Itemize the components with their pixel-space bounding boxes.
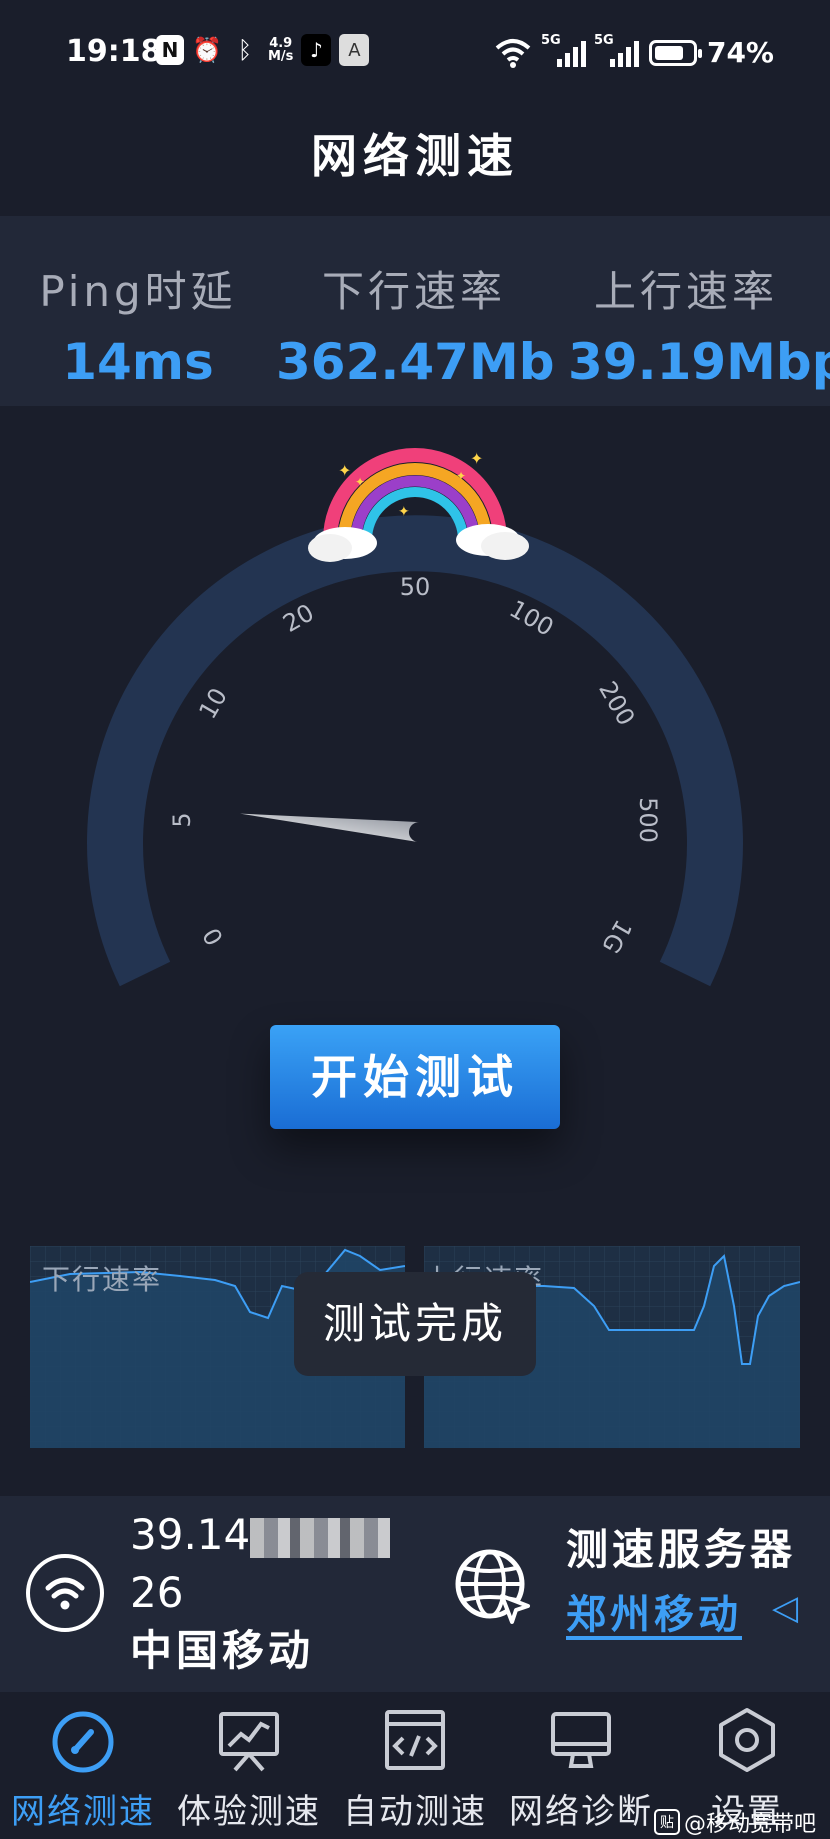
battery-icon (648, 39, 702, 66)
gauge-needle (240, 813, 419, 842)
watermark-text: @移动宽带吧 (683, 1812, 816, 1837)
gauge-tick-label: 500 (634, 797, 662, 843)
signal-sim2-icon: 5G (594, 33, 639, 67)
stat-ping-value: 14ms (62, 333, 214, 391)
stats-panel: Ping时延 14ms 下行速率 362.47Mb 上行速率 39.19Mbp (0, 216, 830, 406)
svg-text:✦: ✦ (470, 449, 483, 468)
sim1-label: 5G (540, 32, 561, 48)
watermark: 贴 @移动宽带吧 (653, 1806, 816, 1838)
app-a-icon: A (339, 34, 370, 66)
svg-text:✦: ✦ (398, 504, 410, 520)
wifi-status-icon (495, 38, 531, 68)
network-speed: 4.9 M/s (268, 37, 293, 63)
stat-download-label: 下行速率 (321, 267, 506, 316)
stat-upload: 上行速率 39.19Mbp (554, 216, 830, 391)
nav-item-auto-test[interactable]: 自动测速 (332, 1692, 498, 1839)
code-window-icon (385, 1710, 445, 1770)
connection-info-panel: 39.14 26 中国移动 测速服务器 郑州移动 ◁ (0, 1496, 830, 1692)
stat-upload-label: 上行速率 (594, 267, 779, 316)
tieba-badge-icon: 贴 (653, 1809, 680, 1835)
nav-item-speed-test[interactable]: 网络测速 (0, 1692, 166, 1839)
alarm-icon: ⏰ (192, 36, 222, 64)
status-icons-left: N ⏰ ᛒ 4.9 M/s ♪ A (156, 34, 370, 66)
ip-address-line2: 26 (130, 1568, 184, 1617)
nav-label-network-diagnosis: 网络诊断 (509, 1792, 653, 1832)
speedometer-icon (52, 1711, 114, 1773)
nav-label-experience-test: 体验测速 (177, 1792, 321, 1832)
page-title: 网络测速 (311, 129, 519, 183)
nav-label-speed-test: 网络测速 (11, 1792, 155, 1832)
stat-upload-value: 39.19Mbp (568, 333, 830, 391)
gauge-track (87, 515, 743, 987)
gauge-tick-label: 10 (193, 683, 233, 723)
stat-download: 下行速率 362.47Mb (276, 216, 555, 391)
stat-ping-label: Ping时延 (39, 267, 237, 316)
server-select-arrow-icon[interactable]: ◁ (772, 1588, 798, 1628)
bottom-nav: 网络测速 体验测速 自动测速 网络诊断 设置 贴 @移动宽带吧 (0, 1692, 830, 1839)
nav-label-auto-test: 自动测速 (343, 1792, 487, 1832)
gauge-tick-label: 1G (596, 915, 637, 958)
network-speed-unit: M/s (268, 49, 294, 64)
svg-text:✦: ✦ (355, 475, 365, 489)
gauge-tick-label: 5 (168, 812, 196, 827)
settings-hexagon-icon (719, 1708, 775, 1772)
monitor-chart-icon (219, 1712, 279, 1772)
signal-sim1-icon: 5G (541, 33, 586, 67)
carrier-name: 中国移动 (130, 1626, 315, 1675)
status-time: 19:18 (66, 34, 162, 69)
gauge-tick-labels: 051020501002005001G2G5G (168, 573, 662, 958)
stat-download-value: 362.47Mb (276, 333, 555, 391)
status-icons-right: 5G 5G 74% (493, 33, 774, 69)
globe-icon[interactable] (452, 1546, 534, 1628)
gauge-tick-label: 200 (593, 677, 640, 731)
speed-gauge: 051020501002005001G2G5G ✦ ✦ ✦ ✦ ✦ (87, 448, 743, 987)
svg-text:✦: ✦ (338, 461, 351, 480)
stat-ping: Ping时延 14ms (0, 216, 276, 391)
graph-divider (406, 1376, 422, 1448)
svg-text:✦: ✦ (456, 469, 466, 483)
ip-address: 39.14 26 中国移动 (130, 1506, 391, 1680)
nfc-icon: N (156, 35, 184, 65)
server-name-link[interactable]: 郑州移动 (566, 1582, 742, 1640)
server-title: 测速服务器 (566, 1525, 797, 1574)
nav-item-experience-test[interactable]: 体验测速 (166, 1692, 332, 1839)
toast-message: 测试完成 (294, 1272, 536, 1376)
gauge-tick-label: 50 (400, 573, 431, 601)
status-bar: 19:18 N ⏰ ᛒ 4.9 M/s ♪ A 5G 5G 74% (0, 0, 830, 104)
wifi-icon (26, 1554, 104, 1632)
battery-percent: 74% (706, 36, 774, 69)
desktop-icon (551, 1712, 611, 1768)
ip-redaction (250, 1517, 391, 1558)
sim2-label: 5G (593, 32, 614, 48)
gauge-tick-label: 0 (197, 923, 229, 950)
tiktok-icon: ♪ (301, 34, 332, 66)
start-test-button[interactable]: 开始测试 (270, 1025, 560, 1129)
download-graph-label: 下行速率 (42, 1263, 163, 1296)
nav-item-network-diagnosis[interactable]: 网络诊断 (498, 1692, 664, 1839)
bluetooth-icon: ᛒ (237, 36, 253, 64)
ip-address-line1: 39.14 (130, 1510, 251, 1559)
